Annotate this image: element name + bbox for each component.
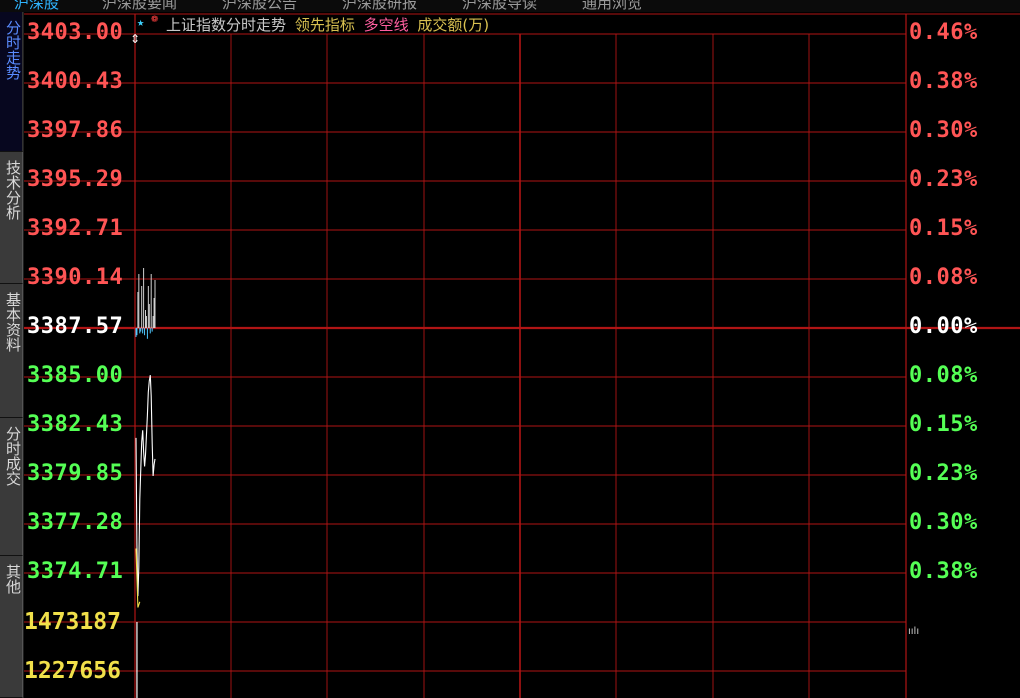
legend-index-name: 上证指数: [166, 16, 227, 34]
gear-icon: ❁: [151, 11, 159, 25]
volume-tick-label: 1473187: [24, 609, 121, 635]
price-tick-label: 3382.43: [27, 412, 124, 437]
cursor-marker-icon: ⇕: [130, 32, 140, 46]
legend-long-short[interactable]: 多空线: [364, 16, 409, 34]
percent-tick-label: 0.15%: [909, 412, 978, 437]
volume-tick-label: 1227656: [24, 658, 121, 684]
price-tick-label: 3395.29: [27, 167, 124, 192]
percent-tick-label: 0.00%: [909, 314, 978, 339]
price-tick-label: 3379.85: [27, 461, 124, 486]
volume-scale-icon: ıılı: [908, 626, 919, 637]
price-tick-label: 3397.86: [27, 118, 124, 143]
star-icon: ★: [137, 15, 145, 29]
percent-tick-label: 0.30%: [909, 510, 978, 535]
price-tick-label: 3403.00: [27, 20, 124, 45]
price-tick-label: 3377.28: [27, 510, 124, 535]
price-tick-label: 3387.57: [27, 314, 124, 339]
timeshare-chart[interactable]: ⇕ ıılı: [0, 0, 1020, 698]
percent-tick-label: 0.46%: [909, 20, 978, 45]
percent-tick-label: 0.38%: [909, 69, 978, 94]
percent-tick-label: 0.23%: [909, 461, 978, 486]
price-tick-label: 3390.14: [27, 265, 124, 290]
percent-tick-label: 0.38%: [909, 559, 978, 584]
percent-tick-label: 0.08%: [909, 363, 978, 388]
percent-tick-label: 0.23%: [909, 167, 978, 192]
chart-grid: [24, 13, 1020, 698]
price-tick-label: 3392.71: [27, 216, 124, 241]
price-tick-label: 3374.71: [27, 559, 124, 584]
legend-indicator[interactable]: 领先指标: [295, 16, 355, 34]
price-tick-label: 3400.43: [27, 69, 124, 94]
percent-tick-label: 0.15%: [909, 216, 978, 241]
percent-tick-label: 0.08%: [909, 265, 978, 290]
price-tick-label: 3385.00: [27, 363, 124, 388]
percent-tick-label: 0.30%: [909, 118, 978, 143]
legend-chart-name: 分时走势: [226, 16, 287, 34]
legend-turnover[interactable]: 成交额(万): [417, 16, 489, 34]
chart-legend: 上证指数分时走势 领先指标 多空线 成交额(万): [166, 14, 493, 35]
price-line: [135, 375, 156, 597]
